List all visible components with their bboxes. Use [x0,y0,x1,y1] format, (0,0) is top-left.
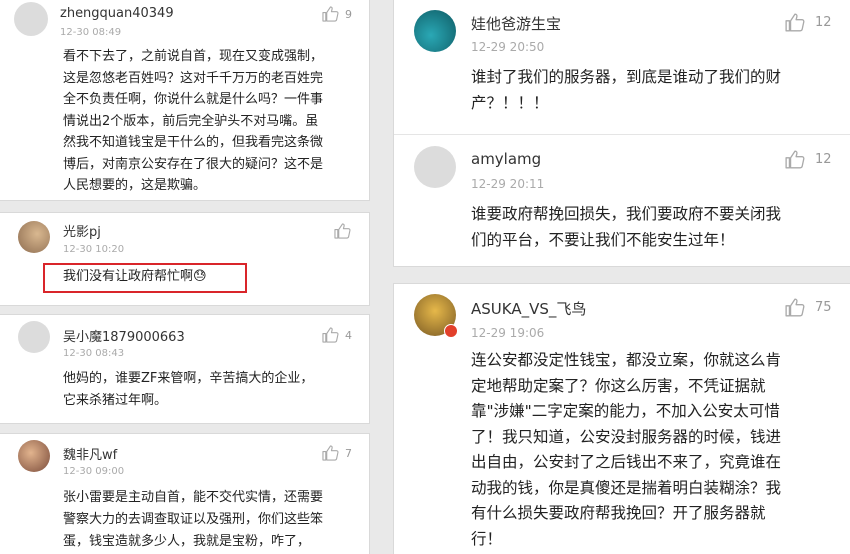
comment-line: 们的平台，不要让我们不能安生过年！ [471,231,735,249]
avatar[interactable] [414,10,456,52]
comment-body: 连公安都没定性钱宝，都没立案，你就这么肯 定地帮助定案了？你这么厉害，不凭证据就… [471,348,781,552]
comment-card: 魏非凡wf 12-30 09:00 7 张小雷要是主动自首，能不交代实情，还需要… [0,434,369,554]
comment-line: 连公安都没定性钱宝，都没立案，你就这么肯 [471,351,782,369]
like-button[interactable]: 75 [785,298,832,317]
like-count: 12 [815,15,832,30]
comment-author[interactable]: zhengquan40349 [60,6,174,21]
comment-card: 光影pj 12-30 10:20 我们没有让政府帮忙啊😓 [0,213,369,305]
like-count: 9 [345,7,352,21]
comment-time: 12-29 19:06 [471,326,545,340]
comment-card: ASUKA_VS_飞鸟 12-29 19:06 75 连公安都没定性钱宝，都没立… [394,284,850,554]
comment-line: 然我不知道钱宝是干什么的，但我看完这条微 [63,135,324,150]
comment-line: 行！ [471,529,503,548]
comment-line: 它来杀猪过年啊。 [63,393,168,408]
like-count: 7 [345,446,352,460]
comment-author[interactable]: 吴小魔1879000663 [63,326,185,345]
comment-line: 这是忽悠老百姓吗？这对千千万万的老百姓完 [63,70,324,86]
like-button[interactable]: 4 [322,327,352,343]
comment-card: zhengquan40349 12-30 08:49 9 看不下去了，之前说自首… [0,0,369,200]
comment-line: 情说出2个版本，前后完全驴头不对马嘴。虽 [63,113,319,129]
comment-line: 产？！！！ [471,94,549,112]
like-count: 4 [345,328,352,342]
comment-line: 蛋，钱宝造就多少人，我就是宝粉，咋了， [63,534,311,549]
comment-line: 出自由，公安封了之后钱出不来了，究竟谁在 [471,453,782,471]
comment-author[interactable]: 魏非凡wf [63,444,117,463]
comment-time: 12-29 20:50 [471,40,545,54]
comment-time: 12-30 10:20 [63,244,125,255]
comment-time: 12-30 08:49 [60,27,122,38]
comment-body: 谁封了我们的服务器，到底是谁动了我们的财 产？！！！ [471,64,781,116]
thumbs-up-icon [334,223,351,239]
avatar[interactable] [14,2,48,36]
like-button[interactable]: 7 [322,445,352,461]
comment-author[interactable]: ASUKA_VS_飞鸟 [471,298,586,319]
comment-line: 警察大力的去调查取证以及强刑，你们这些笨 [63,512,324,527]
comment-author[interactable]: 光影pj [63,221,101,240]
divider [394,134,850,135]
avatar[interactable] [414,146,456,188]
comment-line: 全不负责任啊，你说什么就是什么吗？一件事 [63,92,324,107]
comment-line: 看不下去了，之前说自首，现在又变成强制， [63,49,324,64]
avatar[interactable] [18,321,50,353]
comment-time: 12-30 09:00 [63,466,125,477]
comment-line: 我们没有让政府帮忙啊😓 [63,269,207,284]
comment-time: 12-29 20:11 [471,177,545,191]
comment-body: 谁要政府帮挽回损失，我们要政府不要关闭我 们的平台，不要让我们不能安生过年！ [471,201,781,253]
comment-line: 他妈的，谁要ZF来管啊，辛苦搞大的企业， [63,371,314,386]
thumbs-up-icon [785,298,805,317]
comment-body: 张小雷要是主动自首，能不交代实情，还需要 警察大力的去调查取证以及强刑，你们这些… [63,487,323,553]
comment-body: 他妈的，谁要ZF来管啊，辛苦搞大的企业， 它来杀猪过年啊。 [63,368,313,412]
like-button[interactable]: 9 [322,6,352,22]
thumbs-up-icon [785,13,805,32]
comment-line: 了！我只知道，公安没封服务器的时候，钱进 [471,427,782,446]
thumbs-up-icon [322,327,339,343]
comment-line: 博后，对南京公安存在了很大的疑问？这不是 [63,156,324,172]
like-button[interactable] [334,223,351,239]
comment-line: 有什么损失要政府帮我挽回？开了服务器就 [471,504,766,522]
avatar[interactable] [18,440,50,472]
comment-body: 我们没有让政府帮忙啊😓 [63,266,207,287]
comment-line: 张小雷要是主动自首，能不交代实情，还需要 [63,490,324,505]
comment-line: 定地帮助定案了？你这么厉害，不凭证据就 [471,376,766,395]
verified-badge-icon [444,324,458,338]
comment-line: 谁要政府帮挽回损失，我们要政府不要关闭我 [471,205,782,223]
thumbs-up-icon [785,150,805,169]
comment-card: 吴小魔1879000663 12-30 08:43 4 他妈的，谁要ZF来管啊，… [0,315,369,423]
comment-body: 看不下去了，之前说自首，现在又变成强制， 这是忽悠老百姓吗？这对千千万万的老百姓… [63,46,323,197]
comment-author[interactable]: 娃他爸游生宝 [471,13,561,34]
comment-card: 娃他爸游生宝 12-29 20:50 12 谁封了我们的服务器，到底是谁动了我们… [394,0,850,266]
comment-line: 靠"涉嫌"二字定案的能力，不加入公安太可惜 [471,402,780,420]
thumbs-up-icon [322,445,339,461]
comment-line: 谁封了我们的服务器，到底是谁动了我们的财 [471,68,782,86]
like-count: 75 [815,300,832,315]
comment-line: 动我的钱，你是真傻还是揣着明白装糊涂？我 [471,478,782,497]
like-button[interactable]: 12 [785,150,832,169]
thumbs-up-icon [322,6,339,22]
like-button[interactable]: 12 [785,13,832,32]
comment-author[interactable]: amylamg [471,150,541,168]
comment-time: 12-30 08:43 [63,348,125,359]
like-count: 12 [815,152,832,167]
comment-line: 人民想要的，这是欺骗。 [63,178,207,193]
avatar[interactable] [18,221,50,253]
